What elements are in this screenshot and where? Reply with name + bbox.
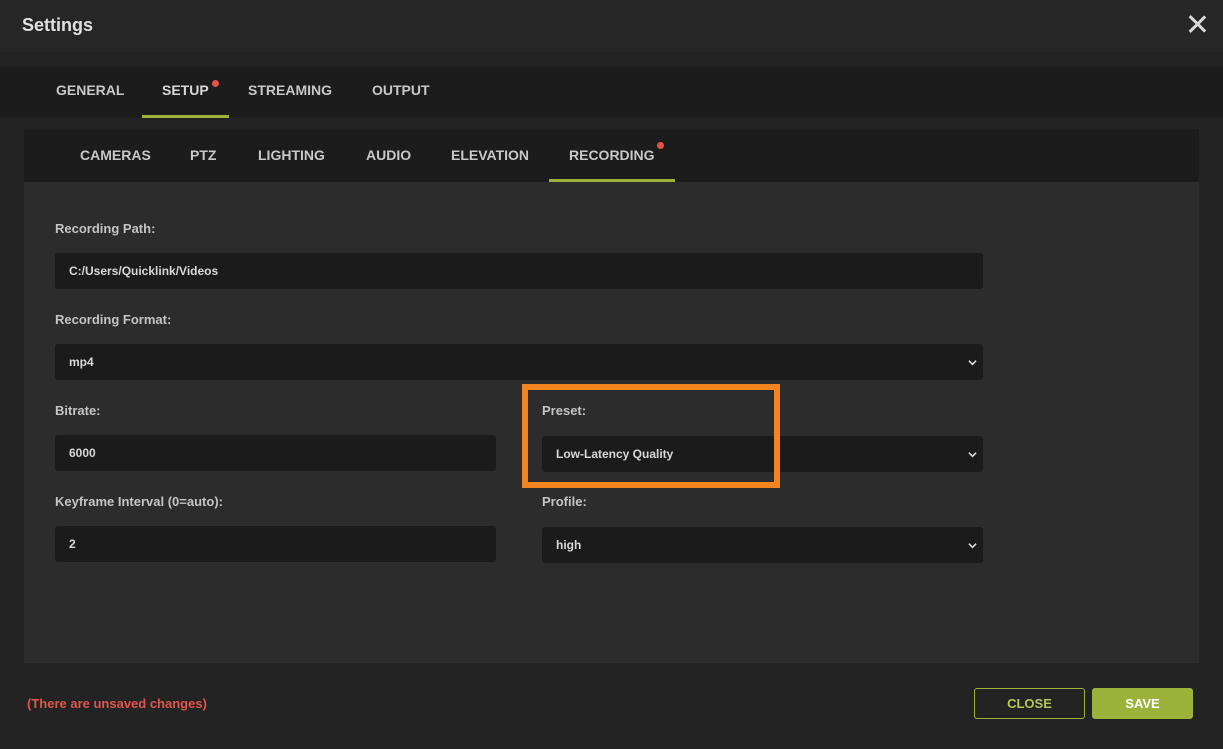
recording-path-input[interactable]: C:/Users/Quicklink/Videos (55, 253, 983, 289)
recording-unsaved-dot (657, 142, 664, 149)
close-icon[interactable] (1187, 14, 1207, 34)
preset-select[interactable]: Low-Latency Quality (542, 436, 983, 472)
preset-value: Low-Latency Quality (556, 447, 674, 461)
tab-setup[interactable]: SETUP (142, 66, 229, 118)
tab-audio[interactable]: AUDIO (346, 129, 431, 182)
preset-label: Preset: (542, 403, 587, 418)
title-bar: Settings (0, 0, 1223, 52)
chevron-down-icon (968, 452, 977, 458)
chevron-down-icon (968, 360, 977, 366)
tab-streaming[interactable]: STREAMING (228, 66, 352, 118)
profile-select[interactable]: high (542, 527, 983, 563)
recording-path-label: Recording Path: (55, 221, 156, 236)
profile-value: high (556, 538, 582, 552)
tab-ptz[interactable]: PTZ (170, 129, 236, 182)
keyframe-interval-input[interactable]: 2 (55, 526, 496, 562)
sub-tab-bar: CAMERAS PTZ LIGHTING AUDIO ELEVATION REC… (24, 129, 1199, 182)
recording-format-value: mp4 (69, 355, 94, 369)
save-button[interactable]: SAVE (1092, 688, 1193, 719)
profile-label: Profile: (542, 494, 587, 509)
tab-output[interactable]: OUTPUT (352, 66, 450, 118)
close-button[interactable]: CLOSE (974, 688, 1085, 719)
bitrate-input[interactable]: 6000 (55, 435, 496, 471)
setup-unsaved-dot (212, 80, 219, 87)
recording-format-select[interactable]: mp4 (55, 344, 983, 380)
tab-recording[interactable]: RECORDING (549, 129, 675, 182)
recording-format-label: Recording Format: (55, 312, 172, 327)
chevron-down-icon (968, 543, 977, 549)
keyframe-interval-label: Keyframe Interval (0=auto): (55, 494, 223, 509)
tab-setup-label: SETUP (162, 82, 209, 98)
main-tab-bar: GENERAL SETUP STREAMING OUTPUT (0, 66, 1223, 118)
tab-lighting[interactable]: LIGHTING (238, 129, 345, 182)
window-title: Settings (22, 15, 94, 35)
setup-panel: CAMERAS PTZ LIGHTING AUDIO ELEVATION REC… (24, 129, 1199, 663)
tab-general[interactable]: GENERAL (36, 66, 144, 118)
tab-elevation[interactable]: ELEVATION (431, 129, 549, 182)
unsaved-changes-text: (There are unsaved changes) (27, 696, 207, 711)
tab-cameras[interactable]: CAMERAS (60, 129, 171, 182)
bitrate-label: Bitrate: (55, 403, 101, 418)
